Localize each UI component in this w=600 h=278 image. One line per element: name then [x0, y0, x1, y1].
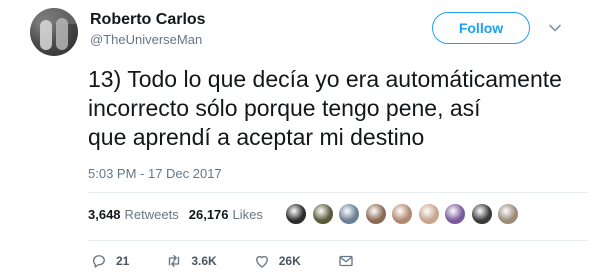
divider	[88, 192, 588, 193]
tweet-text: 13) Todo lo que decía yo era automáticam…	[88, 66, 562, 150]
likes-count[interactable]: 26,176	[189, 207, 229, 222]
tweet-timestamp[interactable]: 5:03 PM - 17 Dec 2017	[88, 166, 222, 181]
liker-avatar[interactable]	[391, 203, 413, 225]
liker-avatar[interactable]	[497, 203, 519, 225]
like-button[interactable]: 26K	[253, 252, 301, 270]
liker-avatar[interactable]	[285, 203, 307, 225]
reply-button[interactable]: 21	[90, 252, 129, 270]
user-handle[interactable]: @TheUniverseMan	[90, 32, 202, 47]
liker-avatar[interactable]	[338, 203, 360, 225]
retweet-button[interactable]: 3.6K	[165, 252, 217, 270]
liker-avatar[interactable]	[311, 203, 334, 225]
direct-message-button[interactable]	[337, 252, 355, 270]
likers-avatars	[285, 203, 524, 225]
liker-avatar[interactable]	[417, 203, 440, 225]
likes-label[interactable]: Likes	[233, 207, 263, 222]
tweet-card: Roberto Carlos @TheUniverseMan Follow 13…	[0, 0, 600, 278]
follow-button[interactable]: Follow	[432, 12, 530, 44]
retweet-icon	[169, 255, 180, 267]
tweet-stats: 3,648 Retweets 26,176 Likes	[88, 207, 263, 222]
heart-icon	[255, 255, 268, 268]
retweets-label[interactable]: Retweets	[125, 207, 179, 222]
like-count: 26K	[278, 254, 301, 268]
liker-avatar[interactable]	[470, 203, 493, 225]
tweet-actions: 21 3.6K 26K	[90, 252, 355, 270]
reply-count: 21	[116, 254, 130, 268]
reply-icon	[93, 255, 105, 268]
retweets-count[interactable]: 3,648	[88, 207, 121, 222]
envelope-icon	[339, 255, 353, 267]
liker-avatar[interactable]	[444, 203, 466, 225]
liker-avatar[interactable]	[364, 203, 387, 225]
retweet-count: 3.6K	[191, 254, 217, 268]
avatar[interactable]	[30, 8, 78, 56]
divider	[88, 240, 588, 241]
user-name[interactable]: Roberto Carlos	[90, 11, 206, 29]
chevron-down-icon[interactable]	[547, 20, 563, 36]
